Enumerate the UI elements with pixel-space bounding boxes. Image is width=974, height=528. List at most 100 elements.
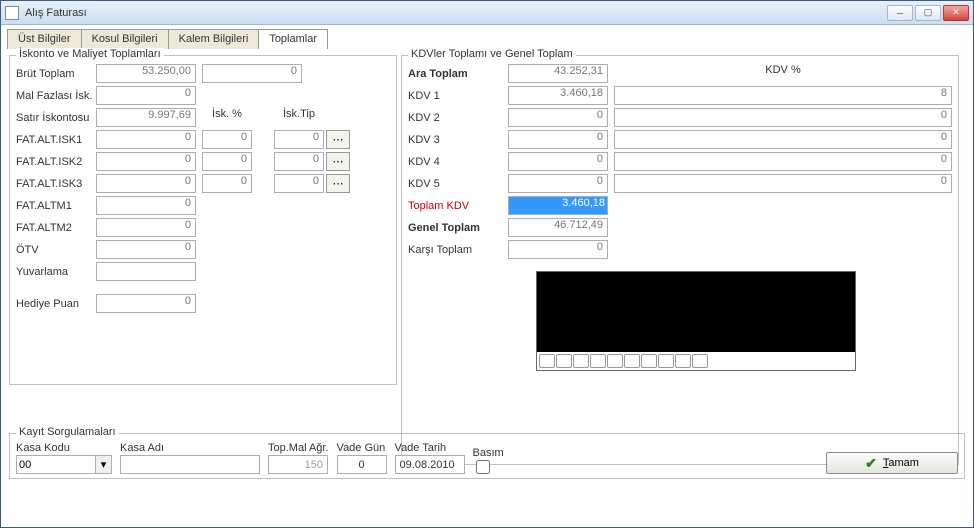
thumb-slot[interactable] bbox=[692, 354, 708, 368]
hediye-val[interactable]: 0 bbox=[96, 294, 196, 313]
label-kdv2: KDV 2 bbox=[408, 112, 508, 124]
genel-val[interactable]: 46.712,49 bbox=[508, 218, 608, 237]
thumb-slot[interactable] bbox=[539, 354, 555, 368]
lookup-icon: ⋯ bbox=[333, 155, 344, 168]
label-brut: Brüt Toplam bbox=[16, 68, 96, 80]
label-genel: Genel Toplam bbox=[408, 222, 508, 234]
vadetarih-input[interactable] bbox=[395, 455, 465, 474]
tab-ust-bilgiler[interactable]: Üst Bilgiler bbox=[7, 29, 82, 49]
check-icon: ✔ bbox=[865, 455, 877, 472]
label-fai1: FAT.ALT.ISK1 bbox=[16, 134, 96, 146]
label-kdv1: KDV 1 bbox=[408, 90, 508, 102]
kdv5-pct[interactable]: 0 bbox=[614, 174, 952, 193]
tamam-button[interactable]: ✔ TTamamamam bbox=[826, 452, 958, 474]
brut-toplam-2[interactable]: 0 bbox=[202, 64, 302, 83]
lookup-icon: ⋯ bbox=[333, 133, 344, 146]
tab-toplamlar[interactable]: Toplamlar bbox=[258, 29, 328, 49]
panel-kdv: KDVler Toplamı ve Genel Toplam Ara Topla… bbox=[401, 55, 959, 465]
fai1-pct[interactable]: 0 bbox=[202, 130, 252, 149]
fai2-lookup-button[interactable]: ⋯ bbox=[326, 152, 350, 171]
topmal-input[interactable] bbox=[268, 455, 328, 474]
header-isktip: İsk.Tip bbox=[274, 108, 324, 124]
kasakodu-select[interactable] bbox=[16, 455, 96, 474]
preview-box bbox=[536, 271, 856, 371]
legend-bottom: Kayıt Sorgulamaları bbox=[16, 426, 119, 438]
label-kasaadi: Kasa Adı bbox=[120, 442, 260, 454]
label-ara: Ara Toplam bbox=[408, 68, 508, 80]
vadegun-input[interactable] bbox=[337, 455, 387, 474]
header-kdvpct: KDV % bbox=[614, 64, 952, 83]
kdv1-pct[interactable]: 8 bbox=[614, 86, 952, 105]
chevron-down-icon: ▾ bbox=[101, 458, 107, 471]
malfazla-input[interactable]: 0 bbox=[96, 86, 196, 105]
label-satirisk: Satır İskontosu bbox=[16, 112, 96, 124]
close-button[interactable]: ✕ bbox=[943, 5, 969, 21]
fai3-pct[interactable]: 0 bbox=[202, 174, 252, 193]
kdv1-val[interactable]: 3.460,18 bbox=[508, 86, 608, 105]
fai2-tip[interactable]: 0 bbox=[274, 152, 324, 171]
app-icon bbox=[5, 6, 19, 20]
label-topkdv: Toplam KDV bbox=[408, 200, 508, 212]
karsi-val[interactable]: 0 bbox=[508, 240, 608, 259]
thumb-slot[interactable] bbox=[624, 354, 640, 368]
ara-val[interactable]: 43.252,31 bbox=[508, 64, 608, 83]
tab-kalem-bilgileri[interactable]: Kalem Bilgileri bbox=[168, 29, 260, 49]
minimize-button[interactable]: ─ bbox=[887, 5, 913, 21]
thumb-slot[interactable] bbox=[573, 354, 589, 368]
tab-kosul-bilgileri[interactable]: Kosul Bilgileri bbox=[81, 29, 169, 49]
kdv2-val[interactable]: 0 bbox=[508, 108, 608, 127]
label-hediye: Hediye Puan bbox=[16, 298, 96, 310]
fai2-val[interactable]: 0 bbox=[96, 152, 196, 171]
legend-kdv: KDVler Toplamı ve Genel Toplam bbox=[408, 48, 576, 60]
dropdown-button[interactable]: ▾ bbox=[96, 455, 112, 474]
yuv-val[interactable] bbox=[96, 262, 196, 281]
window-title: Alış Faturası bbox=[25, 7, 887, 19]
label-fam2: FAT.ALTM2 bbox=[16, 222, 96, 234]
kasaadi-input[interactable] bbox=[120, 455, 260, 474]
thumb-slot[interactable] bbox=[658, 354, 674, 368]
kdv4-val[interactable]: 0 bbox=[508, 152, 608, 171]
legend-iskonto: İskonto ve Maliyet Toplamları bbox=[16, 48, 164, 60]
kdv3-val[interactable]: 0 bbox=[508, 130, 608, 149]
topkdv-val[interactable]: 3.460,18 bbox=[508, 196, 608, 215]
otv-val[interactable]: 0 bbox=[96, 240, 196, 259]
basim-checkbox[interactable] bbox=[473, 460, 493, 474]
label-vadegun: Vade Gün bbox=[337, 442, 387, 454]
content-area: İskonto ve Maliyet Toplamları Brüt Topla… bbox=[1, 49, 973, 485]
kdv4-pct[interactable]: 0 bbox=[614, 152, 952, 171]
brut-toplam-1[interactable]: 53.250,00 bbox=[96, 64, 196, 83]
maximize-button[interactable]: ▢ bbox=[915, 5, 941, 21]
thumb-slot[interactable] bbox=[556, 354, 572, 368]
thumb-slot[interactable] bbox=[607, 354, 623, 368]
label-topmal: Top.Mal Ağr. bbox=[268, 442, 329, 454]
kdv5-val[interactable]: 0 bbox=[508, 174, 608, 193]
kdv3-pct[interactable]: 0 bbox=[614, 130, 952, 149]
lookup-icon: ⋯ bbox=[333, 177, 344, 190]
fai3-tip[interactable]: 0 bbox=[274, 174, 324, 193]
fai3-val[interactable]: 0 bbox=[96, 174, 196, 193]
tamam-label: TTamamamam bbox=[883, 457, 919, 469]
label-malfazla: Mal Fazlası İsk. bbox=[16, 90, 96, 102]
kdv2-pct[interactable]: 0 bbox=[614, 108, 952, 127]
thumb-slot[interactable] bbox=[641, 354, 657, 368]
fai1-lookup-button[interactable]: ⋯ bbox=[326, 130, 350, 149]
label-karsi: Karşı Toplam bbox=[408, 244, 508, 256]
thumb-slot[interactable] bbox=[675, 354, 691, 368]
window-buttons: ─ ▢ ✕ bbox=[887, 5, 969, 21]
label-yuv: Yuvarlama bbox=[16, 266, 96, 278]
label-kasakodu: Kasa Kodu bbox=[16, 442, 112, 454]
fam1-val[interactable]: 0 bbox=[96, 196, 196, 215]
label-fai2: FAT.ALT.ISK2 bbox=[16, 156, 96, 168]
panel-bottom: Kayıt Sorgulamaları Kasa Kodu ▾ Kasa Adı… bbox=[9, 433, 965, 479]
titlebar: Alış Faturası ─ ▢ ✕ bbox=[1, 1, 973, 25]
fai3-lookup-button[interactable]: ⋯ bbox=[326, 174, 350, 193]
satirisk-input[interactable]: 9.997,69 bbox=[96, 108, 196, 127]
fai1-val[interactable]: 0 bbox=[96, 130, 196, 149]
fai2-pct[interactable]: 0 bbox=[202, 152, 252, 171]
label-basim: Basım bbox=[473, 447, 504, 459]
thumb-slot[interactable] bbox=[590, 354, 606, 368]
fai1-tip[interactable]: 0 bbox=[274, 130, 324, 149]
label-fai3: FAT.ALT.ISK3 bbox=[16, 178, 96, 190]
label-kdv3: KDV 3 bbox=[408, 134, 508, 146]
fam2-val[interactable]: 0 bbox=[96, 218, 196, 237]
